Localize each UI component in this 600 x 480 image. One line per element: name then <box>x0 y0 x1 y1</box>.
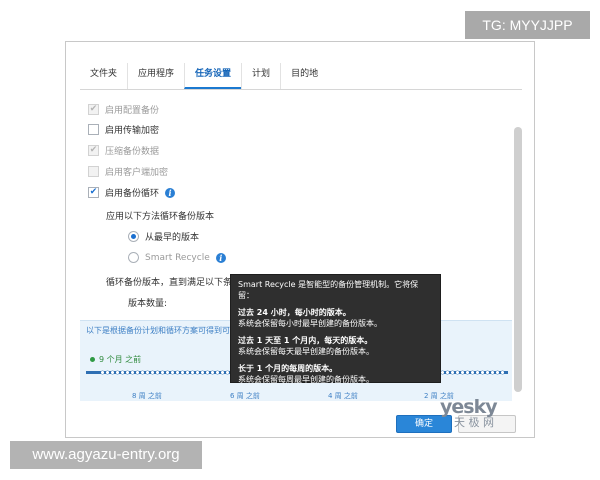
timeline-description: 以下是根据备份计划和循环方案可得到可 <box>86 326 230 335</box>
timeline-tick: 8 周 之前 <box>132 392 162 400</box>
option-transfer-encryption[interactable]: 启用传输加密 <box>88 123 159 136</box>
timeline-start-label: 9 个月 之前 <box>99 355 142 364</box>
option-config-backup[interactable]: ✔ 启用配置备份 <box>88 103 159 116</box>
timeline-tick: 6 周 之前 <box>230 392 260 400</box>
tab-folders[interactable]: 文件夹 <box>80 63 127 89</box>
rotation-condition-label: 循环备份版本，直到满足以下条件： <box>106 278 251 288</box>
radio-label: Smart Recycle <box>145 252 210 263</box>
smart-recycle-tooltip: Smart Recycle 是智能型的备份管理机制。它将保留： 过去 24 小时… <box>230 274 441 384</box>
tooltip-point-title: 过去 1 天至 1 个月内，每天的版本。 <box>238 336 373 345</box>
scrollbar-thumb[interactable] <box>514 127 522 392</box>
tooltip-point-desc: 系统会保留每小时最早创建的备份版本。 <box>238 319 382 328</box>
rotation-method-label: 应用以下方法循环备份版本 <box>106 212 215 222</box>
info-icon[interactable]: i <box>215 252 226 263</box>
tab-schedule[interactable]: 计划 <box>241 63 280 89</box>
tab-applications[interactable]: 应用程序 <box>127 63 184 89</box>
tooltip-intro: Smart Recycle 是智能型的备份管理机制。它将保留： <box>238 280 419 300</box>
radio-smart-recycle[interactable] <box>128 252 139 263</box>
version-count-label: 版本数量: <box>128 299 168 309</box>
checkbox-backup-rotation[interactable]: ✔ <box>88 187 99 198</box>
radio-option-from-oldest[interactable]: 从最早的版本 <box>128 230 199 243</box>
option-label: 启用配置备份 <box>105 106 160 116</box>
radio-label: 从最早的版本 <box>145 233 200 243</box>
tab-task-settings[interactable]: 任务设置 <box>184 63 242 89</box>
tooltip-point-desc: 系统会保留每天最早创建的备份版本。 <box>238 347 374 356</box>
timeline-pin-icon <box>90 357 95 362</box>
checkbox-transfer-encryption[interactable] <box>88 124 99 135</box>
tab-destination[interactable]: 目的地 <box>280 63 328 89</box>
radio-from-oldest[interactable] <box>128 231 139 242</box>
checkbox-compress-data[interactable]: ✔ <box>88 145 99 156</box>
option-compress-data[interactable]: ✔ 压缩备份数据 <box>88 144 159 157</box>
option-label: 压缩备份数据 <box>105 147 160 157</box>
checkbox-client-encryption[interactable] <box>88 166 99 177</box>
tooltip-point-title: 过去 24 小时，每小时的版本。 <box>238 308 351 317</box>
timeline-tick: 4 周 之前 <box>328 392 358 400</box>
option-label: 启用客户端加密 <box>105 168 169 178</box>
tooltip-point-title: 长于 1 个月的每周的版本。 <box>238 364 338 373</box>
watermark-bottom: www.agyazu-entry.org <box>10 441 202 469</box>
watermark-top: TG: MYYJJPP <box>465 11 590 39</box>
checkbox-config-backup[interactable]: ✔ <box>88 104 99 115</box>
vertical-scrollbar[interactable] <box>514 127 522 392</box>
backup-task-settings-dialog: 文件夹 应用程序 任务设置 计划 目的地 ✔ 启用配置备份 启用传输加密 ✔ 压… <box>65 41 535 438</box>
timeline-start: 9 个月 之前 <box>90 354 141 365</box>
ok-button[interactable]: 确定 <box>396 415 452 433</box>
timeline-tick: 2 周 之前 <box>424 392 454 400</box>
radio-option-smart-recycle[interactable]: Smart Recycle i <box>128 252 226 263</box>
tab-bar: 文件夹 应用程序 任务设置 计划 目的地 <box>80 63 522 90</box>
tooltip-point-desc: 系统会保留每周最早创建的备份版本。 <box>238 375 374 384</box>
option-label: 启用备份循环 <box>105 189 160 199</box>
option-label: 启用传输加密 <box>105 126 160 136</box>
info-icon[interactable]: i <box>165 187 176 198</box>
option-client-encryption[interactable]: 启用客户端加密 <box>88 165 168 178</box>
cancel-button[interactable] <box>458 415 516 433</box>
option-backup-rotation[interactable]: ✔ 启用备份循环 i <box>88 186 176 199</box>
